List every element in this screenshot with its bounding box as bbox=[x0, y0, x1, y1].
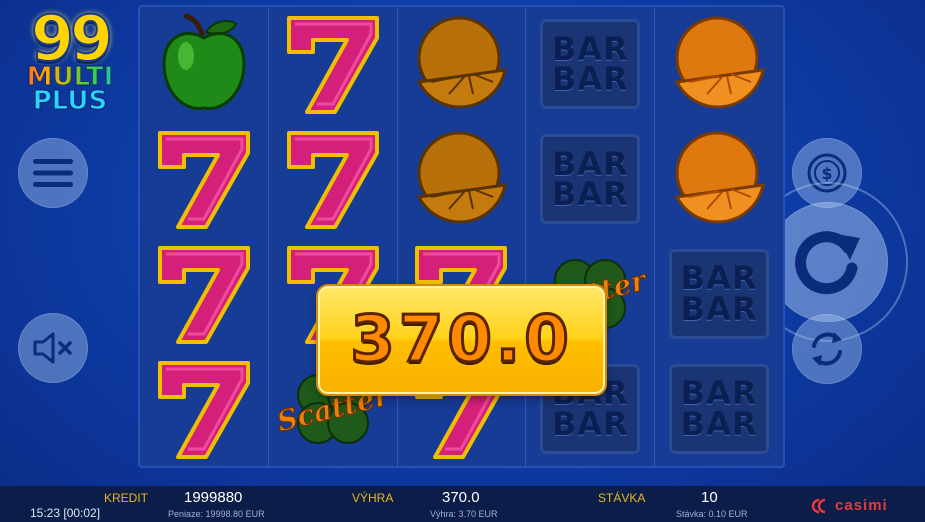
seven-icon bbox=[286, 16, 379, 115]
orange-slice-icon bbox=[674, 131, 765, 224]
symbol-apple bbox=[140, 7, 268, 122]
reel-4: BAR BAR BAR BAR Scatter BAR BAR bbox=[526, 7, 656, 466]
win-amount-popup: 370.0 bbox=[318, 286, 605, 394]
symbol-seven bbox=[140, 122, 268, 237]
symbol-seven bbox=[140, 237, 268, 352]
bar-block: BAR BAR bbox=[540, 134, 641, 225]
symbol-bar: BAR BAR bbox=[526, 122, 654, 237]
bet-value: 10 bbox=[701, 489, 718, 506]
reel-grid: Scatter BAR BAR BAR BAR BAR BAR BAR BAR … bbox=[138, 5, 785, 468]
symbol-orange bbox=[655, 122, 783, 237]
reel-1 bbox=[140, 7, 269, 466]
symbol-bar: BAR BAR bbox=[655, 351, 783, 466]
speaker-muted-icon bbox=[33, 332, 72, 364]
bar-text-bottom: BAR bbox=[551, 404, 629, 443]
win-money: Výhra: 3.70 EUR bbox=[430, 509, 498, 519]
bar-text-bottom: BAR bbox=[551, 175, 629, 214]
win-value: 370.0 bbox=[442, 489, 480, 506]
logo-99: 99 bbox=[30, 2, 114, 75]
seven-icon bbox=[157, 360, 250, 459]
seven-icon bbox=[157, 245, 250, 344]
orange-slice-icon bbox=[417, 16, 508, 109]
brand-name: casimi bbox=[835, 497, 888, 514]
menu-button[interactable] bbox=[18, 138, 88, 208]
bet-label: STÁVKA bbox=[598, 491, 646, 505]
symbol-seven bbox=[140, 351, 268, 466]
symbol-seven bbox=[269, 122, 397, 237]
bottom-status-bar: 15:23 [00:02] KREDIT 1999880 Peniaze: 19… bbox=[0, 486, 925, 522]
autoplay-button[interactable] bbox=[792, 314, 862, 384]
reel-2: Scatter bbox=[269, 7, 398, 466]
symbol-bar: BAR BAR bbox=[526, 7, 654, 122]
symbol-orange bbox=[398, 7, 526, 122]
reel-3 bbox=[398, 7, 527, 466]
win-amount-value: 370.0 bbox=[349, 302, 573, 379]
bar-text-bottom: BAR bbox=[551, 60, 629, 99]
mute-button[interactable] bbox=[18, 313, 88, 383]
bet-money: Stávka: 0.10 EUR bbox=[676, 509, 748, 519]
spin-button[interactable] bbox=[768, 202, 888, 322]
bar-block: BAR BAR bbox=[540, 19, 641, 110]
casimi-logo: casimi bbox=[810, 497, 888, 514]
win-label: VÝHRA bbox=[352, 491, 394, 505]
orange-slice-icon bbox=[674, 16, 765, 109]
reel-5: BAR BAR BAR BAR bbox=[655, 7, 783, 466]
session-clock: 15:23 [00:02] bbox=[30, 506, 101, 520]
hamburger-menu-icon bbox=[33, 159, 73, 187]
credit-label: KREDIT bbox=[104, 491, 149, 505]
seven-icon bbox=[157, 131, 250, 230]
spin-arrow-icon bbox=[795, 231, 860, 295]
bar-block: BAR BAR bbox=[669, 363, 770, 454]
symbol-bar: BAR BAR bbox=[655, 237, 783, 352]
bar-text-bottom: BAR bbox=[680, 289, 758, 328]
orange-slice-icon bbox=[417, 131, 508, 224]
bar-block: BAR BAR bbox=[669, 248, 770, 339]
casimi-mark-icon bbox=[811, 498, 826, 513]
svg-text:$: $ bbox=[821, 164, 832, 183]
credit-value: 1999880 bbox=[184, 489, 243, 506]
seven-icon bbox=[286, 131, 379, 230]
game-logo: 99 MULTI PLUS bbox=[10, 2, 130, 126]
symbol-orange bbox=[655, 7, 783, 122]
autoplay-cycle-icon bbox=[812, 332, 842, 366]
bar-text-bottom: BAR bbox=[680, 404, 758, 443]
symbol-orange bbox=[398, 122, 526, 237]
credit-money: Peniaze: 19998.80 EUR bbox=[168, 509, 265, 519]
symbol-seven bbox=[269, 7, 397, 122]
apple-icon bbox=[162, 13, 246, 111]
